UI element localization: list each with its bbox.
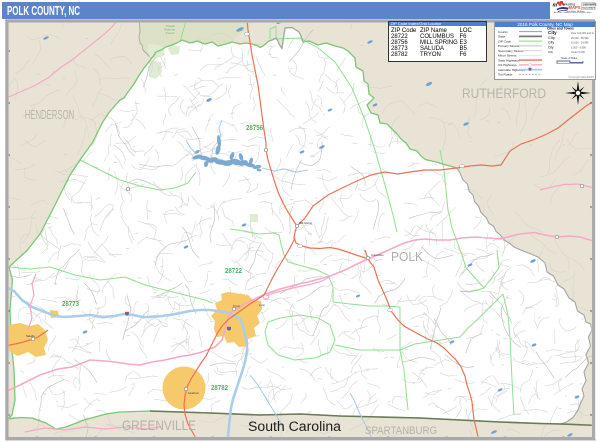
svg-text:Tryon: Tryon [233,304,240,308]
svg-text:MAPS: MAPS [569,5,581,10]
svg-text:MarketMAPS: MarketMAPS [583,7,596,10]
svg-text:28782: 28782 [211,383,228,392]
svg-text:America's Leading Source of Bu: America's Leading Source of Business Map… [554,11,592,14]
svg-text:Landrum: Landrum [188,391,200,395]
svg-text:State Highways: State Highways [498,58,520,62]
svg-text:10,000 - 24,999: 10,000 - 24,999 [571,42,589,45]
svg-text:Under 5,000: Under 5,000 [571,51,585,54]
svg-text:POLK COUNTY, NC: POLK COUNTY, NC [7,4,80,18]
svg-text:GREENVILLE: GREENVILLE [122,417,196,433]
svg-text:Over 100,000 and Co. seat: Over 100,000 and Co. seat [571,32,594,35]
svg-text:Primary Streets: Primary Streets [498,44,520,48]
svg-text:28756: 28756 [246,123,263,132]
svg-text:City: City [548,35,555,40]
svg-text:25,000 - 99,999: 25,000 - 99,999 [571,37,589,40]
svg-text:Columbus: Columbus [371,253,384,257]
svg-text:US Highways: US Highways [498,63,517,67]
svg-text:28773: 28773 [62,299,79,308]
svg-text:1-800-MAPS: 1-800-MAPS [583,4,597,7]
svg-text:Mill Spring: Mill Spring [299,221,313,225]
svg-text:South Carolina: South Carolina [248,419,342,434]
svg-text:County: County [498,30,508,34]
svg-text:ZIP Code: ZIP Code [498,39,511,43]
svg-text:Minor Streets: Minor Streets [498,54,517,58]
svg-text:City: City [548,41,554,45]
svg-text:POLK: POLK [391,249,423,264]
svg-text:Scale of Miles: Scale of Miles [561,56,578,60]
svg-text:28722: 28722 [225,266,242,275]
svg-text:SPARTANBURG: SPARTANBURG [365,425,437,437]
svg-text:m: m [553,3,558,9]
svg-text:Saluda: Saluda [26,334,35,338]
svg-text:Toll Roads: Toll Roads [498,73,513,77]
svg-text:Forest: Forest [166,31,175,35]
svg-text:City: City [548,50,554,54]
svg-text:RUTHERFORD: RUTHERFORD [462,85,546,101]
svg-text:Lynn: Lynn [259,303,265,307]
svg-text:City: City [548,46,554,50]
svg-text:5,000 - 9,999: 5,000 - 9,999 [571,47,586,50]
svg-text:State: State [498,35,506,39]
svg-text:HENDERSON: HENDERSON [25,107,74,122]
